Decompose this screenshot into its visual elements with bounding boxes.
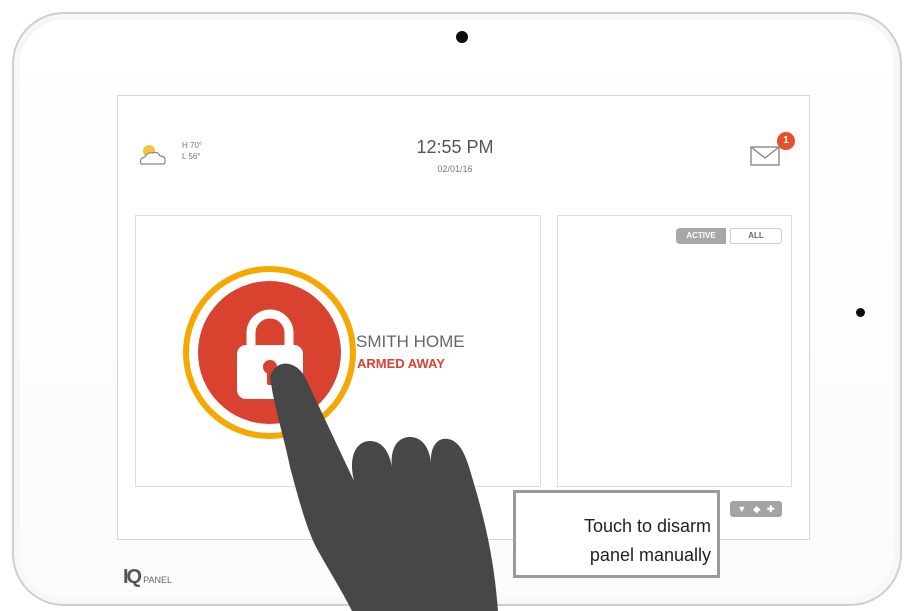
weather-forecast[interactable]: H 70° L 56° xyxy=(182,140,202,162)
weather-high: H 70° xyxy=(182,141,203,150)
home-name: SMITH HOME xyxy=(356,332,465,351)
logo-mark: IQ xyxy=(123,566,142,588)
callout-line-1: Touch to disarm xyxy=(583,516,711,536)
clock-date: 02/01/16 xyxy=(437,164,473,174)
message-count-badge: 1 xyxy=(777,132,795,150)
weather-low: L 56° xyxy=(182,152,201,161)
partly-cloudy-icon xyxy=(139,145,166,165)
pointing-hand-icon xyxy=(270,363,498,611)
event-controls: ▼ ◆ ✚ xyxy=(730,501,782,517)
callout-line-2: panel manually xyxy=(589,545,711,565)
camera-lens xyxy=(456,31,468,43)
clock-time: 12:55 PM xyxy=(416,137,494,157)
filter-active-button[interactable]: ACTIVE xyxy=(676,228,726,244)
filter-control[interactable]: ▼ xyxy=(737,501,746,517)
view-control[interactable]: ◆ xyxy=(753,501,760,517)
side-sensor xyxy=(856,308,865,317)
events-card xyxy=(557,215,792,487)
logo-text: PANEL xyxy=(143,574,172,585)
instruction-callout: Touch to disarm panel manually xyxy=(513,490,720,578)
add-control[interactable]: ✚ xyxy=(767,501,775,517)
iq-panel-logo: IQ PANEL xyxy=(123,566,172,589)
filter-all-button[interactable]: ALL xyxy=(730,228,782,244)
